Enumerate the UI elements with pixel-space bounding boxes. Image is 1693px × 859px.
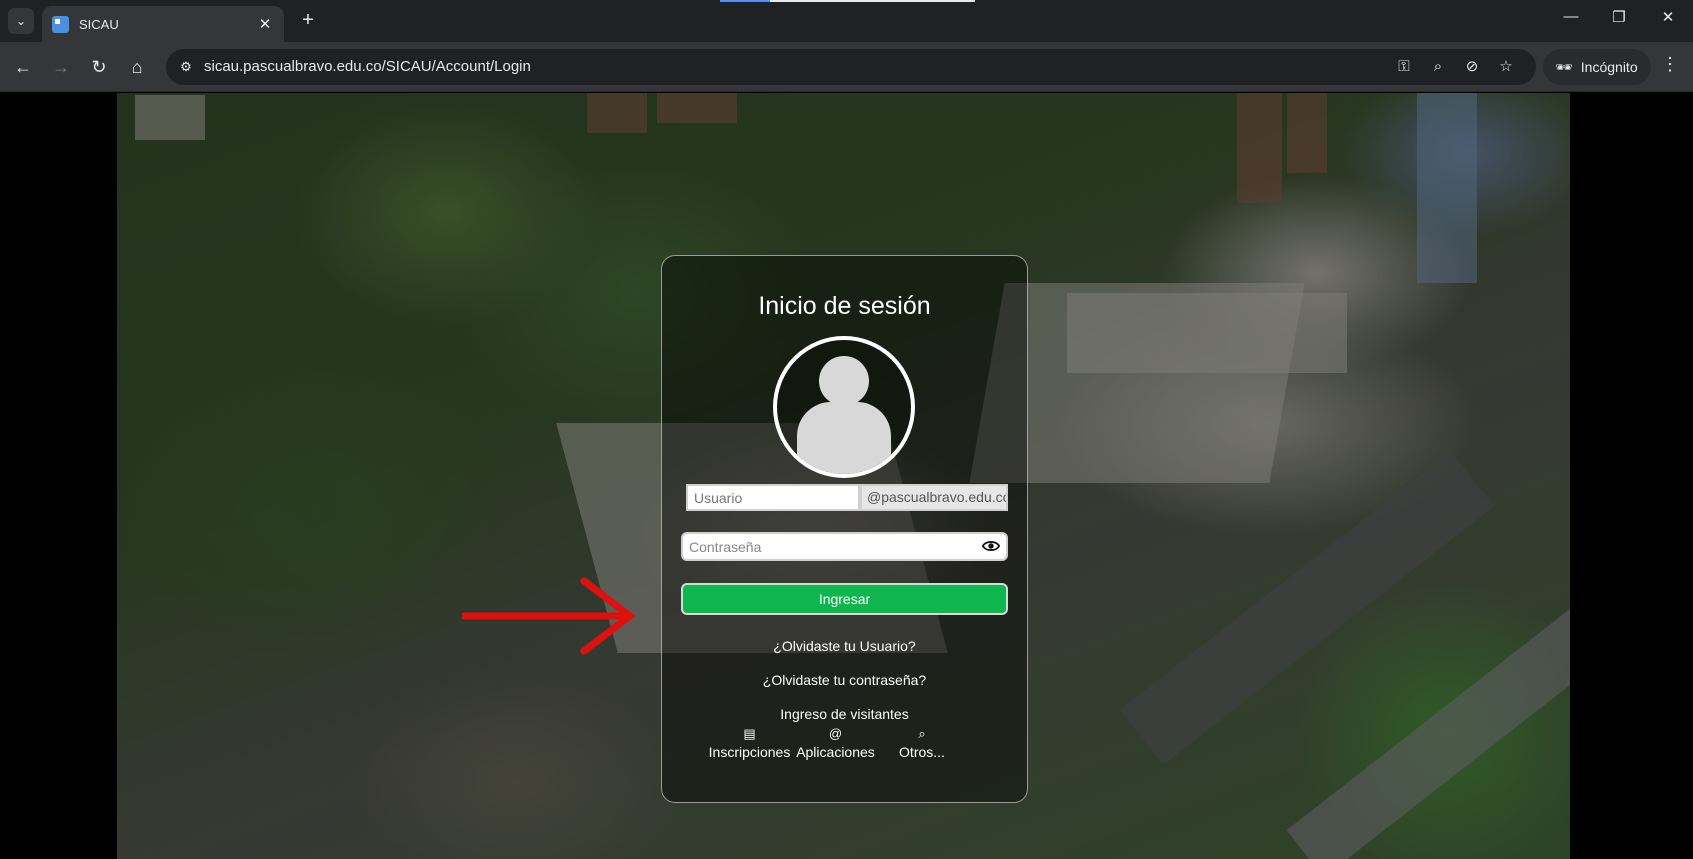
new-tab-button[interactable]: + (296, 9, 320, 33)
incognito-icon: 🕶 (1555, 58, 1573, 75)
browser-tab[interactable]: SICAU ✕ (42, 6, 284, 42)
forward-icon[interactable]: → (48, 54, 74, 80)
show-password-eye-icon[interactable] (982, 538, 1000, 554)
forgot-username-link[interactable]: ¿Olvidaste tu Usuario? (662, 638, 1027, 654)
favicon-icon (52, 15, 69, 33)
page-viewport: Inicio de sesión @pascualbravo.edu.co In… (0, 93, 1693, 859)
otros-label: Otros... (899, 744, 945, 760)
forgot-password-link[interactable]: ¿Olvidaste tu contraseña? (662, 672, 1027, 688)
home-icon[interactable]: ⌂ (124, 54, 150, 80)
incognito-label: Incógnito (1580, 59, 1638, 75)
eye-off-icon[interactable]: ⊘ (1461, 56, 1483, 78)
site-info-icon[interactable]: ⚙ (176, 57, 196, 77)
close-window-icon[interactable]: ✕ (1653, 8, 1683, 26)
email-domain-suffix: @pascualbravo.edu.co (860, 484, 1008, 511)
red-arrow-annotation (462, 577, 636, 655)
login-title: Inicio de sesión (758, 292, 931, 320)
bookmark-star-icon[interactable]: ☆ (1495, 56, 1517, 78)
bottom-links: ▤ Inscripciones @ Aplicaciones ⌕ Otros..… (707, 726, 982, 766)
user-avatar-icon (773, 336, 915, 478)
tab-title: SICAU (79, 16, 119, 32)
restore-icon[interactable]: ❐ (1604, 8, 1634, 26)
minimize-icon[interactable]: — (1556, 8, 1586, 25)
inscripciones-link[interactable]: ▤ Inscripciones (707, 726, 792, 760)
username-input[interactable] (686, 484, 860, 511)
password-group (681, 532, 1008, 561)
browser-tabbar: ⌄ SICAU ✕ + — ❐ ✕ (0, 0, 1693, 42)
otros-link[interactable]: ⌕ Otros... (892, 726, 952, 760)
top-indicator (720, 0, 975, 2)
id-card-icon: ▤ (743, 726, 756, 741)
tab-list-icon[interactable]: ⌄ (8, 8, 34, 34)
url-text[interactable]: sicau.pascualbravo.edu.co/SICAU/Account/… (204, 58, 531, 75)
close-tab-icon[interactable]: ✕ (256, 15, 274, 33)
aplicaciones-label: Aplicaciones (796, 744, 875, 760)
password-input[interactable] (683, 534, 973, 559)
password-key-icon[interactable]: ⚿ (1393, 56, 1415, 78)
search-icon: ⌕ (918, 726, 926, 741)
reload-icon[interactable]: ↻ (86, 54, 112, 80)
incognito-button[interactable]: 🕶 Incógnito (1543, 49, 1651, 85)
inscripciones-label: Inscripciones (708, 744, 791, 760)
aplicaciones-link[interactable]: @ Aplicaciones (793, 726, 878, 760)
menu-kebab-icon[interactable]: ⋮ (1660, 54, 1680, 75)
login-card: Inicio de sesión @pascualbravo.edu.co In… (661, 255, 1028, 803)
zoom-icon[interactable]: ⌕ (1427, 56, 1449, 78)
username-group: @pascualbravo.edu.co (686, 484, 1008, 511)
login-submit-button[interactable]: Ingresar (681, 583, 1008, 615)
back-icon[interactable]: ← (10, 54, 36, 80)
visitor-login-link[interactable]: Ingreso de visitantes (662, 706, 1027, 722)
browser-toolbar: ← → ↻ ⌂ ⚙ sicau.pascualbravo.edu.co/SICA… (0, 42, 1693, 92)
address-bar[interactable]: ⚙ sicau.pascualbravo.edu.co/SICAU/Accoun… (166, 49, 1536, 85)
at-sign-icon: @ (828, 726, 843, 741)
